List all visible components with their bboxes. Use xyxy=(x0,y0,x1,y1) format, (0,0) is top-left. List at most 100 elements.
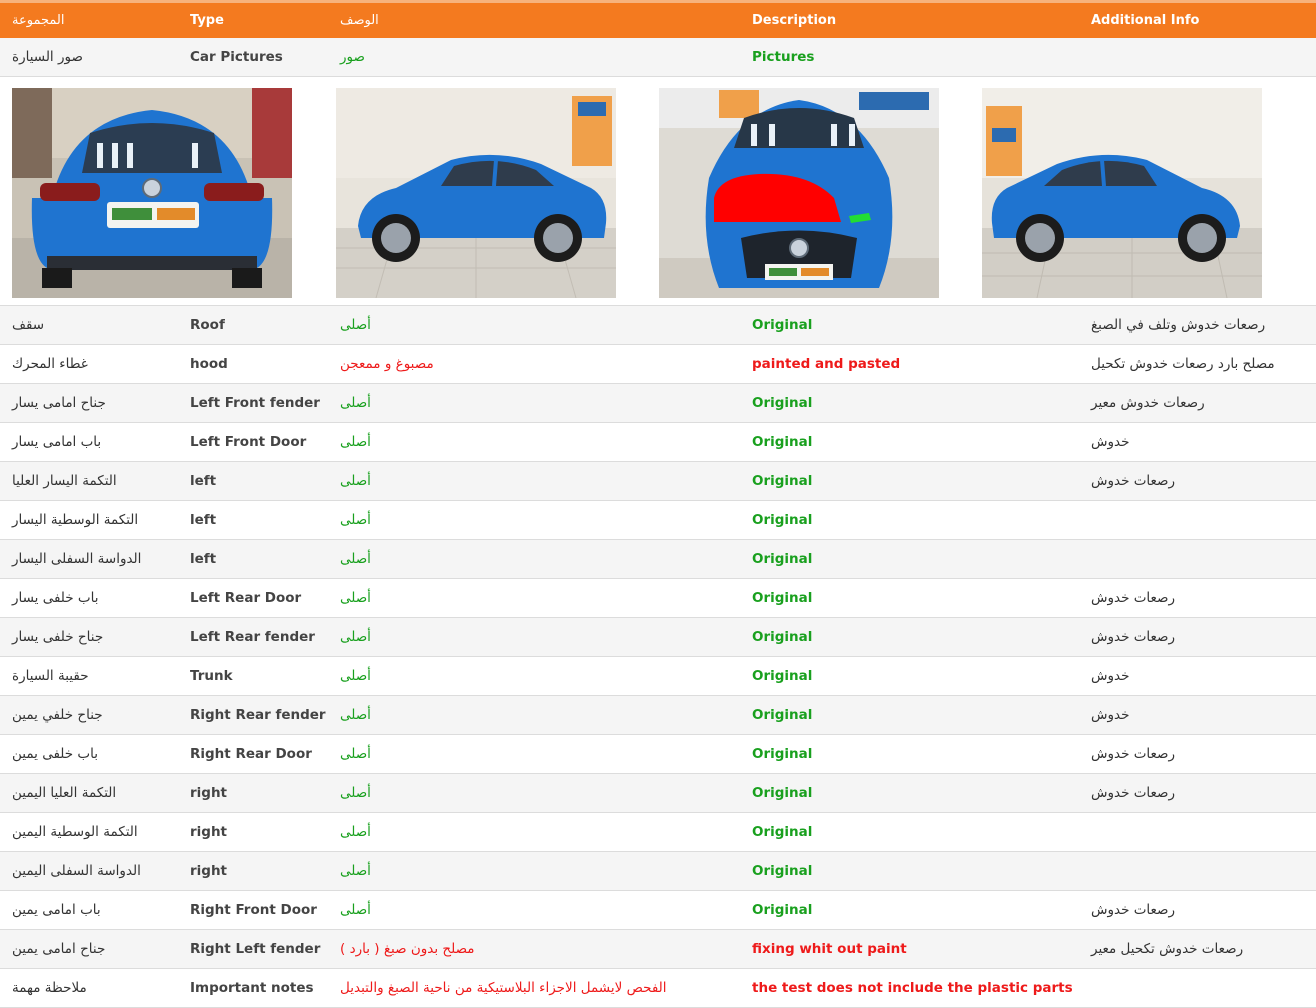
part-description: the test does not include the plastic pa… xyxy=(740,968,1079,1008)
part-group-ar: التكمة الوسطية اليمين xyxy=(0,812,178,852)
car-front-photo[interactable] xyxy=(659,88,939,298)
part-additional-info: رصعات خدوش xyxy=(1079,578,1316,618)
part-type: left xyxy=(178,539,328,579)
pictures-desc-ar: صور xyxy=(328,38,740,77)
table-row: جناح امامى يمين Right Left fender( مصلح ب… xyxy=(0,929,1316,969)
part-additional-info: رصعات خدوش xyxy=(1079,461,1316,501)
part-type: Left Front fender xyxy=(178,383,328,423)
part-desc-ar: أصلى xyxy=(328,461,740,501)
part-desc-ar: أصلى xyxy=(328,383,740,423)
part-desc-ar: مصبوغ و ممعجن xyxy=(328,344,740,384)
table-row: باب امامى يمين Right Front Door أصلى Origin… xyxy=(0,890,1316,930)
part-type: Left Front Door xyxy=(178,422,328,462)
part-additional-info: خدوش xyxy=(1079,695,1316,735)
part-type: Important notes xyxy=(178,968,328,1008)
table-row: ملاحظة مهمة Important notes الفحص لايشمل ا… xyxy=(0,968,1316,1008)
part-type: Trunk xyxy=(178,656,328,696)
car-right-side-photo[interactable] xyxy=(982,88,1262,298)
pictures-additional xyxy=(1079,38,1316,77)
table-row: التكمة العليا اليمين right أصلى Original رصع… xyxy=(0,773,1316,813)
part-type: left xyxy=(178,500,328,540)
pictures-description: Pictures xyxy=(740,38,1079,77)
table-row: سقف Roof أصلى Original رصعات خدوش وتلف في ال… xyxy=(0,305,1316,345)
table-row: جناح خلفى يسار Left Rear fender أصلى Origin… xyxy=(0,617,1316,657)
part-description: Original xyxy=(740,812,1079,852)
part-additional-info: رصعات خدوش xyxy=(1079,773,1316,813)
part-desc-ar: أصلى xyxy=(328,305,740,345)
table-row: التكمة الوسطية اليمين right أصلى Original xyxy=(0,812,1316,852)
part-additional-info: خدوش xyxy=(1079,422,1316,462)
header-group-ar: المجموعة xyxy=(0,3,178,38)
part-desc-ar: أصلى xyxy=(328,890,740,930)
part-desc-ar: أصلى xyxy=(328,617,740,657)
part-type: right xyxy=(178,851,328,891)
part-additional-info: رصعات خدوش وتلف في الصبغ xyxy=(1079,305,1316,345)
part-group-ar: سقف xyxy=(0,305,178,345)
part-desc-ar: أصلى xyxy=(328,734,740,774)
pictures-type: Car Pictures xyxy=(178,38,328,77)
part-type: Left Rear fender xyxy=(178,617,328,657)
part-additional-info xyxy=(1079,812,1316,852)
part-additional-info: رصعات خدوش xyxy=(1079,617,1316,657)
part-desc-ar: أصلى xyxy=(328,578,740,618)
table-row: الدواسة السفلى اليمين right أصلى Original xyxy=(0,851,1316,891)
car-left-side-photo[interactable] xyxy=(336,88,616,298)
header-desc-ar: الوصف xyxy=(328,3,740,38)
part-desc-ar: أصلى xyxy=(328,812,740,852)
table-row: التكمة الوسطية اليسار left أصلى Original xyxy=(0,500,1316,540)
part-desc-ar: أصلى xyxy=(328,773,740,813)
part-desc-ar: أصلى xyxy=(328,422,740,462)
part-group-ar: التكمة الوسطية اليسار xyxy=(0,500,178,540)
part-description: Original xyxy=(740,656,1079,696)
header-type: Type xyxy=(178,3,328,38)
part-type: right xyxy=(178,812,328,852)
inspection-report: المجموعة Type الوصف Description Addition… xyxy=(0,0,1316,1008)
part-description: Original xyxy=(740,422,1079,462)
pictures-group: صور السيارة xyxy=(0,38,178,77)
part-description: Original xyxy=(740,617,1079,657)
part-desc-ar: أصلى xyxy=(328,851,740,891)
part-description: Original xyxy=(740,890,1079,930)
part-group-ar: التكمة العليا اليمين xyxy=(0,773,178,813)
part-group-ar: ملاحظة مهمة xyxy=(0,968,178,1008)
part-description: Original xyxy=(740,695,1079,735)
table-row: جناح امامى يسار Left Front fender أصلى Orig… xyxy=(0,383,1316,423)
part-additional-info xyxy=(1079,539,1316,579)
part-type: Right Front Door xyxy=(178,890,328,930)
part-additional-info: مصلح بارد رصعات خدوش تكحيل xyxy=(1079,344,1316,384)
car-rear-photo[interactable] xyxy=(12,88,292,298)
part-type: Left Rear Door xyxy=(178,578,328,618)
part-type: Right Rear Door xyxy=(178,734,328,774)
part-desc-ar: أصلى xyxy=(328,539,740,579)
part-type: Right Rear fender xyxy=(178,695,328,735)
table-row: حقيبة السيارة Trunk أصلى Original خدوش xyxy=(0,656,1316,696)
part-additional-info: رصعات خدوش معير xyxy=(1079,383,1316,423)
part-desc-ar: أصلى xyxy=(328,695,740,735)
table-row: الدواسة السفلى اليسار left أصلى Original xyxy=(0,539,1316,579)
part-type: left xyxy=(178,461,328,501)
part-group-ar: غطاء المحرك xyxy=(0,344,178,384)
part-additional-info: رصعات خدوش xyxy=(1079,734,1316,774)
part-additional-info: خدوش xyxy=(1079,656,1316,696)
header-additional: Additional Info xyxy=(1079,3,1316,38)
part-group-ar: باب خلفى يسار xyxy=(0,578,178,618)
header-description: Description xyxy=(740,3,1079,38)
part-group-ar: باب امامى يمين xyxy=(0,890,178,930)
part-group-ar: الدواسة السفلى اليسار xyxy=(0,539,178,579)
part-description: Original xyxy=(740,773,1079,813)
part-group-ar: جناح خلفي يمين xyxy=(0,695,178,735)
part-group-ar: حقيبة السيارة xyxy=(0,656,178,696)
part-group-ar: التكمة اليسار العليا xyxy=(0,461,178,501)
part-type: hood xyxy=(178,344,328,384)
part-desc-ar: الفحص لايشمل الاجزاء البلاستيكية من ناحي… xyxy=(328,968,740,1008)
part-type: right xyxy=(178,773,328,813)
part-description: Original xyxy=(740,500,1079,540)
table-row: باب خلفى يمين Right Rear Door أصلى Original… xyxy=(0,734,1316,774)
part-description: Original xyxy=(740,383,1079,423)
part-description: fixing whit out paint xyxy=(740,929,1079,969)
part-group-ar: جناح امامى يمين xyxy=(0,929,178,969)
pictures-row: صور السيارة Car Pictures صور Pictures xyxy=(0,38,1316,77)
part-description: painted and pasted xyxy=(740,344,1079,384)
table-row: غطاء المحرك hood مصبوغ و ممعجن painted and … xyxy=(0,344,1316,384)
part-desc-ar: أصلى xyxy=(328,500,740,540)
